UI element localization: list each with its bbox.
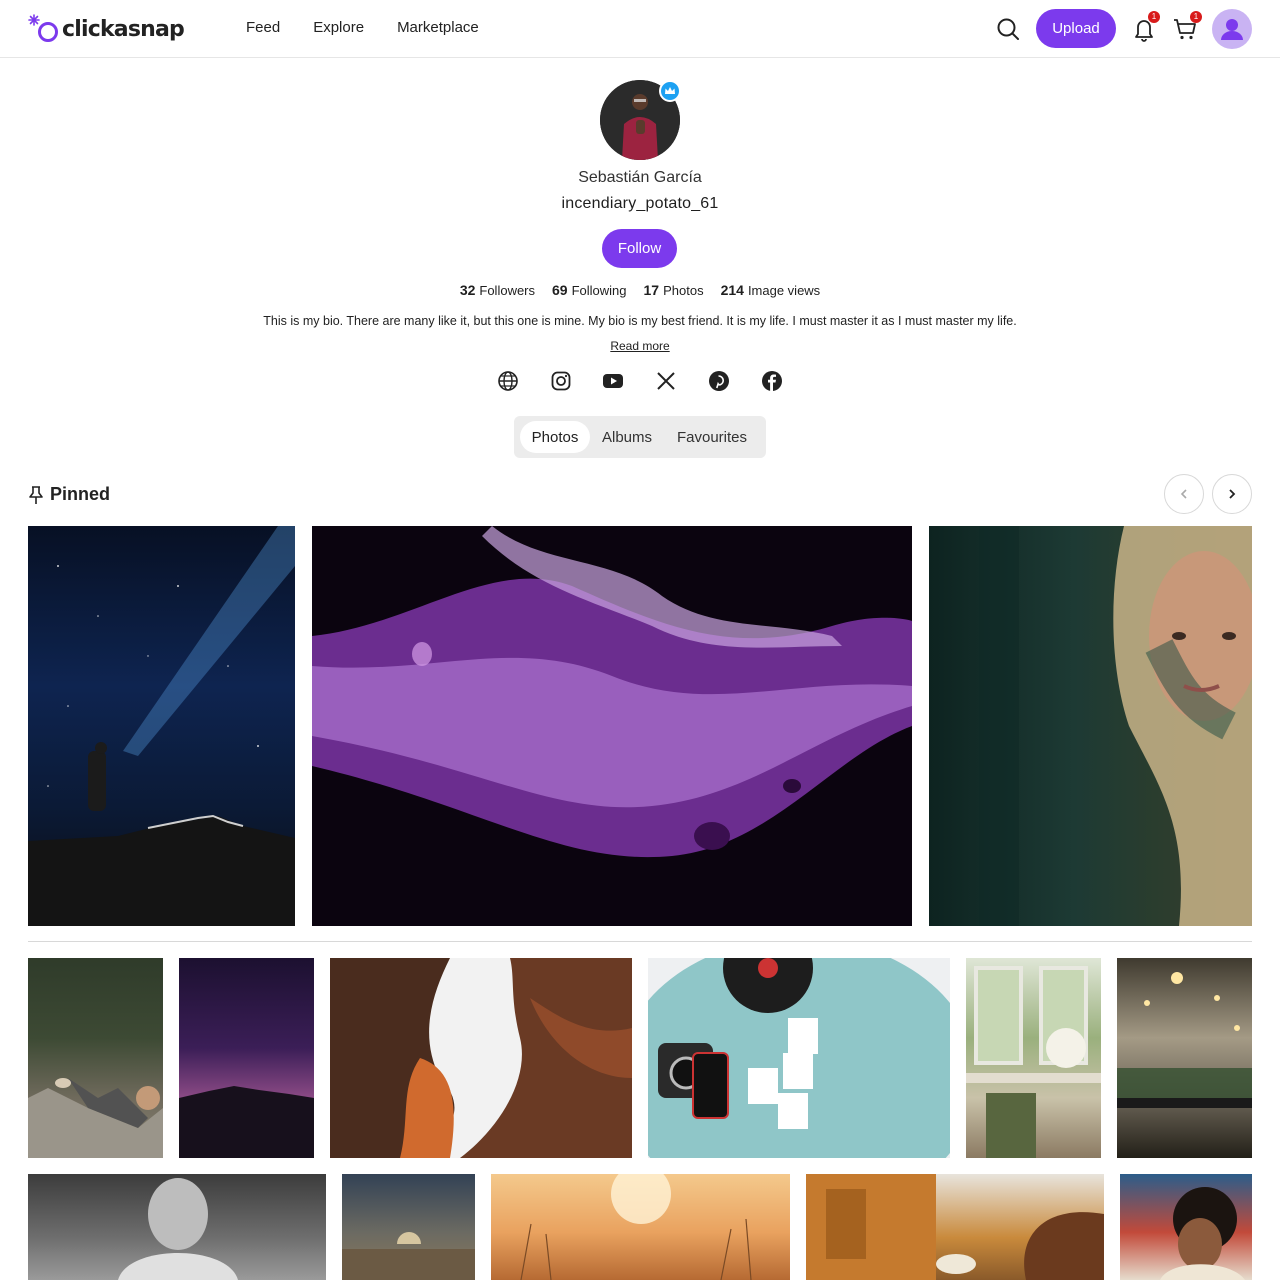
grid-photo-purple-dusk[interactable] <box>179 958 314 1158</box>
logo-wordmark: clickasnap <box>62 16 185 42</box>
stat-followers[interactable]: 32 Followers <box>460 282 535 298</box>
grid-photo-cafe-interior[interactable] <box>966 958 1101 1158</box>
nav-marketplace[interactable]: Marketplace <box>397 19 479 36</box>
upload-button[interactable]: Upload <box>1036 9 1116 48</box>
pinned-photo-night-sky[interactable] <box>28 526 295 926</box>
tab-photos[interactable]: Photos <box>520 421 590 453</box>
cart-button[interactable]: 1 <box>1172 11 1202 42</box>
social-links <box>497 370 787 392</box>
nav-explore[interactable]: Explore <box>313 19 364 36</box>
user-avatar[interactable] <box>1212 9 1252 49</box>
pinned-label: Pinned <box>50 484 111 504</box>
carousel-next-button[interactable] <box>1212 474 1252 514</box>
main-nav: Feed Explore Marketplace <box>246 19 512 36</box>
grid-photo-city-dome[interactable] <box>342 1174 475 1280</box>
instagram-icon[interactable] <box>550 370 572 392</box>
pinned-photo-purple-fluid[interactable] <box>312 526 912 926</box>
pinned-photo-portrait-woman[interactable] <box>929 526 1252 926</box>
follow-button[interactable]: Follow <box>602 229 677 268</box>
notifications-button[interactable]: 1 <box>1132 11 1160 42</box>
cart-badge: 1 <box>1190 11 1202 23</box>
grid-photo-wooden-doors[interactable] <box>806 1174 1104 1280</box>
verified-badge-icon <box>659 80 681 102</box>
x-icon[interactable] <box>655 370 677 392</box>
grid-photo-banquet-hall[interactable] <box>1117 958 1252 1158</box>
nav-feed[interactable]: Feed <box>246 19 280 36</box>
grid-photo-polaroids-table[interactable] <box>648 958 950 1158</box>
tab-albums[interactable]: Albums <box>594 421 660 453</box>
clickasnap-logo[interactable]: clickasnap <box>28 14 185 44</box>
notifications-badge: 1 <box>1148 11 1160 23</box>
logo-icon <box>28 14 62 44</box>
youtube-icon[interactable] <box>602 370 624 392</box>
pinterest-icon[interactable] <box>708 370 730 392</box>
chevron-right-icon <box>1229 489 1236 499</box>
profile-bio: This is my bio. There are many like it, … <box>263 314 1017 328</box>
profile-tabs: Photos Albums Favourites <box>514 416 766 458</box>
user-icon <box>1221 19 1243 40</box>
display-name: Sebastián García <box>578 169 702 186</box>
carousel-prev-button[interactable] <box>1164 474 1204 514</box>
section-divider <box>28 941 1252 942</box>
profile-stats: 32 Followers 69 Following 17 Photos 214 Imag… <box>0 282 1280 298</box>
username: incendiary_potato_61 <box>561 195 719 212</box>
grid-photo-bw-portrait[interactable] <box>28 1174 326 1280</box>
stat-photos: 17 Photos <box>643 282 704 298</box>
grid-photo-curly-hair-man[interactable] <box>1120 1174 1252 1280</box>
tab-favourites[interactable]: Favourites <box>668 421 756 453</box>
grid-photo-person-rocks[interactable] <box>28 958 163 1158</box>
search-icon[interactable] <box>996 17 1020 41</box>
grid-photo-golden-field[interactable] <box>491 1174 790 1280</box>
stat-image-views: 214 Image views <box>720 282 821 298</box>
top-navigation-bar: clickasnap Feed Explore Marketplace Uplo… <box>0 0 1280 58</box>
grid-photo-canyon[interactable] <box>330 958 632 1158</box>
read-more-link[interactable]: Read more <box>610 339 669 353</box>
facebook-icon[interactable] <box>761 370 783 392</box>
stat-following[interactable]: 69 Following <box>552 282 627 298</box>
chevron-left-icon <box>1180 489 1187 499</box>
website-icon[interactable] <box>497 370 519 392</box>
pin-icon <box>29 485 43 504</box>
pinned-section-title: Pinned <box>28 484 110 505</box>
